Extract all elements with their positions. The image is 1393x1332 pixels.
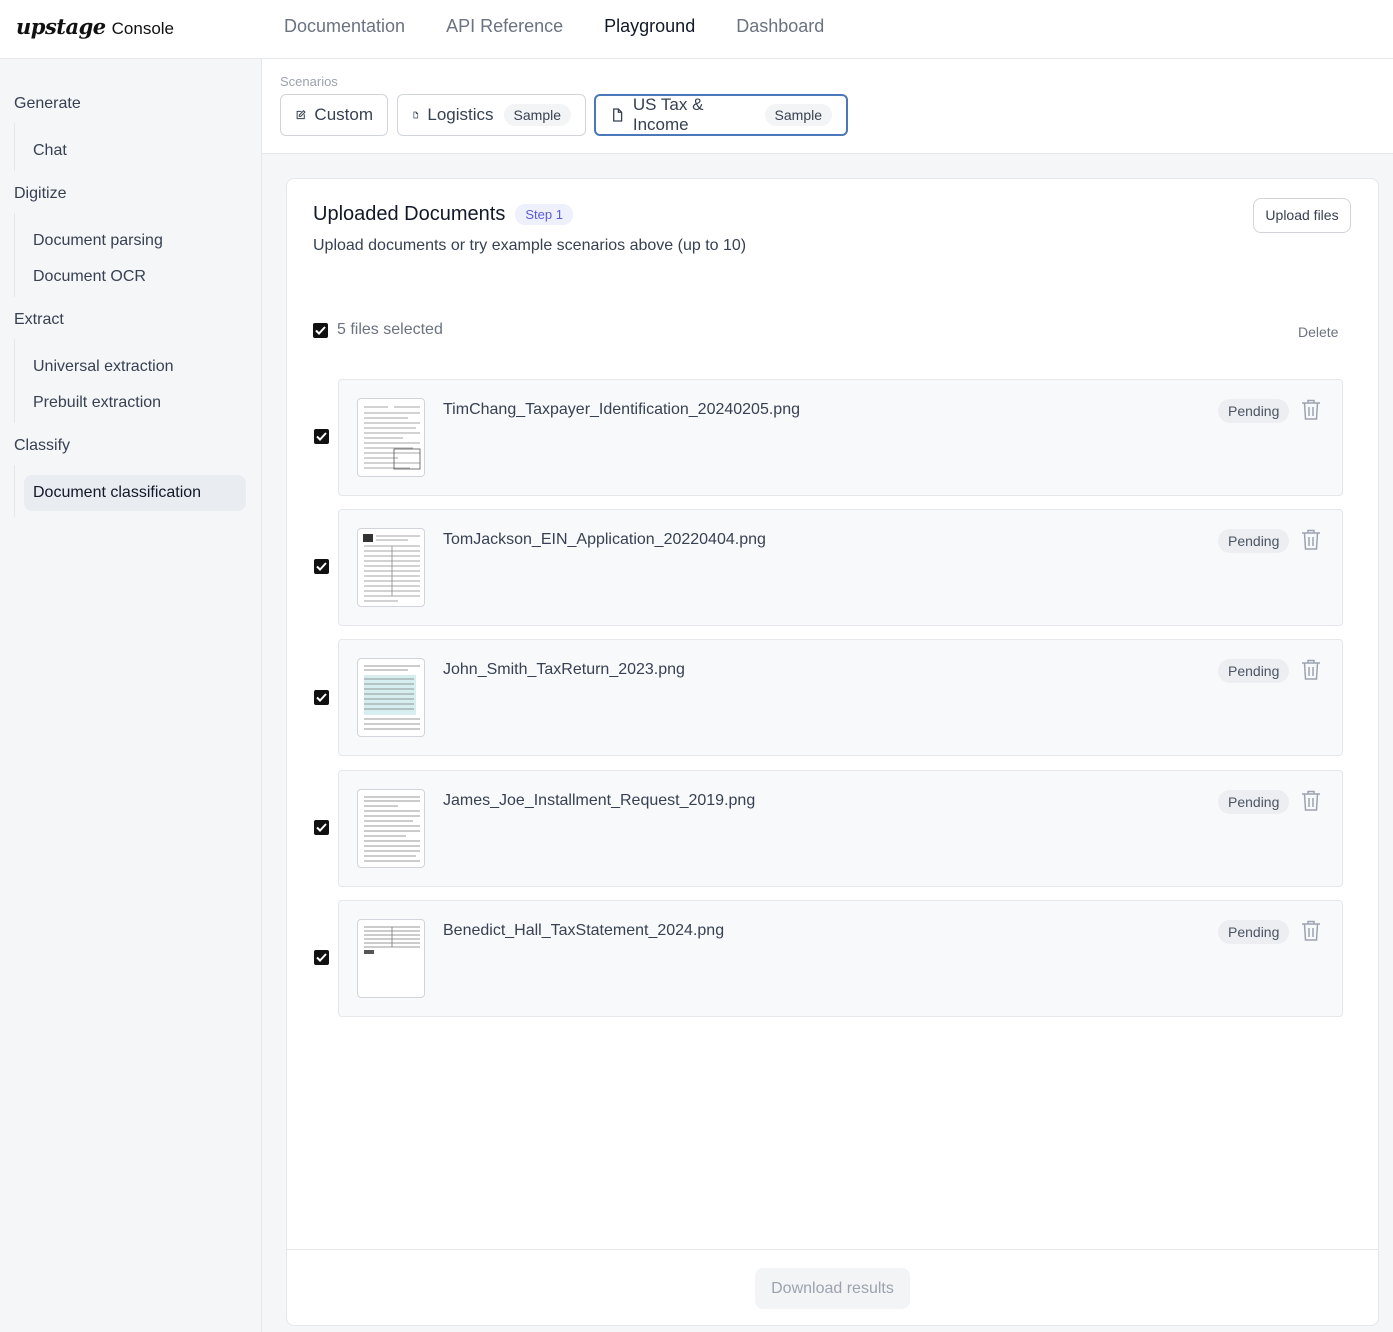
scenarios-label: Scenarios <box>280 74 338 89</box>
check-icon <box>316 562 327 571</box>
file-row[interactable]: John_Smith_TaxReturn_2023.png Pending <box>338 639 1343 756</box>
file-name: James_Joe_Installment_Request_2019.png <box>443 792 756 809</box>
file-row[interactable]: James_Joe_Installment_Request_2019.png P… <box>338 770 1343 887</box>
scenario-custom-button[interactable]: Custom <box>280 94 388 136</box>
group-divider <box>14 213 15 297</box>
status-badge: Pending <box>1218 399 1290 423</box>
sidebar-group-extract: Extract <box>14 311 64 328</box>
sample-badge: Sample <box>503 104 571 126</box>
sidebar-group-digitize: Digitize <box>14 185 67 202</box>
selected-count: 5 files selected <box>337 321 443 338</box>
nav-api-reference[interactable]: API Reference <box>446 16 563 37</box>
scenario-label: US Tax & Income <box>632 95 704 134</box>
trash-icon[interactable] <box>1301 529 1321 551</box>
check-icon <box>315 325 326 335</box>
sidebar-group-classify: Classify <box>14 437 71 454</box>
scenario-logistics-button[interactable]: Logistics Sample <box>397 94 586 136</box>
check-icon <box>316 432 327 441</box>
trash-icon[interactable] <box>1301 399 1321 421</box>
nav-dashboard[interactable]: Dashboard <box>736 16 824 37</box>
file-checkbox[interactable] <box>314 820 329 835</box>
group-divider <box>14 123 15 171</box>
file-row[interactable]: TimChang_Taxpayer_Identification_2024020… <box>338 379 1343 496</box>
nav-playground[interactable]: Playground <box>604 16 695 37</box>
file-icon <box>613 108 623 122</box>
document-thumbnail <box>357 789 425 868</box>
select-all-checkbox[interactable] <box>313 322 328 338</box>
file-name: TomJackson_EIN_Application_20220404.png <box>443 531 766 548</box>
document-thumbnail <box>357 528 425 607</box>
status-badge: Pending <box>1218 529 1290 553</box>
status-badge: Pending <box>1218 790 1290 814</box>
trash-icon[interactable] <box>1301 920 1321 942</box>
nav-documentation[interactable]: Documentation <box>284 16 405 37</box>
upload-files-button[interactable]: Upload files <box>1253 198 1351 233</box>
file-name: John_Smith_TaxReturn_2023.png <box>443 661 685 678</box>
file-name: Benedict_Hall_TaxStatement_2024.png <box>443 922 725 939</box>
check-icon <box>316 823 327 832</box>
check-icon <box>316 693 327 702</box>
check-icon <box>316 953 327 962</box>
scenario-label: Logistics <box>427 105 494 124</box>
sidebar-item-document-parsing[interactable]: Document parsing <box>24 223 246 259</box>
edit-icon <box>296 110 306 120</box>
file-checkbox[interactable] <box>314 559 329 574</box>
delete-button[interactable]: Delete <box>1298 324 1338 340</box>
scenario-bar: Scenarios Custom Logistics Sample US Tax… <box>262 59 1393 154</box>
logo-mark: upstage <box>16 14 106 39</box>
status-badge: Pending <box>1218 920 1290 944</box>
status-badge: Pending <box>1218 659 1290 683</box>
top-nav: Documentation API Reference Playground D… <box>284 16 824 37</box>
group-divider <box>14 465 15 517</box>
file-row[interactable]: Benedict_Hall_TaxStatement_2024.png Pend… <box>338 900 1343 1017</box>
select-all-row: 5 files selected <box>313 321 443 339</box>
sidebar-item-chat[interactable]: Chat <box>24 133 246 169</box>
trash-icon[interactable] <box>1301 659 1321 681</box>
sidebar-item-document-ocr[interactable]: Document OCR <box>24 259 246 295</box>
document-thumbnail <box>357 919 425 998</box>
sidebar-item-prebuilt-extraction[interactable]: Prebuilt extraction <box>24 385 246 421</box>
file-icon <box>413 111 419 119</box>
step-badge: Step 1 <box>515 204 573 225</box>
file-checkbox[interactable] <box>314 429 329 444</box>
document-thumbnail <box>357 398 425 477</box>
logo-text: Console <box>111 19 175 38</box>
sample-badge: Sample <box>764 104 832 126</box>
sidebar-item-universal-extraction[interactable]: Universal extraction <box>24 349 246 385</box>
card-subtitle: Upload documents or try example scenario… <box>313 237 747 254</box>
sidebar: Generate Chat Digitize Document parsing … <box>0 59 262 1332</box>
file-name: TimChang_Taxpayer_Identification_2024020… <box>443 401 800 418</box>
card-title: Uploaded Documents Step 1 <box>313 203 573 226</box>
file-row[interactable]: TomJackson_EIN_Application_20220404.png … <box>338 509 1343 626</box>
file-checkbox[interactable] <box>314 690 329 705</box>
top-bar: upstage Console Documentation API Refere… <box>0 0 1393 59</box>
sidebar-group-generate: Generate <box>14 95 81 112</box>
file-checkbox[interactable] <box>314 950 329 965</box>
sidebar-item-document-classification[interactable]: Document classification <box>24 475 246 511</box>
group-divider <box>14 339 15 423</box>
trash-icon[interactable] <box>1301 790 1321 812</box>
download-results-button[interactable]: Download results <box>755 1268 910 1309</box>
logo[interactable]: upstage Console <box>16 14 174 39</box>
footer-divider <box>287 1249 1378 1250</box>
scenario-label: Custom <box>314 105 373 124</box>
document-thumbnail <box>357 658 425 737</box>
page-title: Uploaded Documents <box>313 203 506 225</box>
scenario-us-tax-button[interactable]: US Tax & Income Sample <box>594 94 848 136</box>
documents-card: Uploaded Documents Step 1 Upload documen… <box>286 178 1379 1326</box>
